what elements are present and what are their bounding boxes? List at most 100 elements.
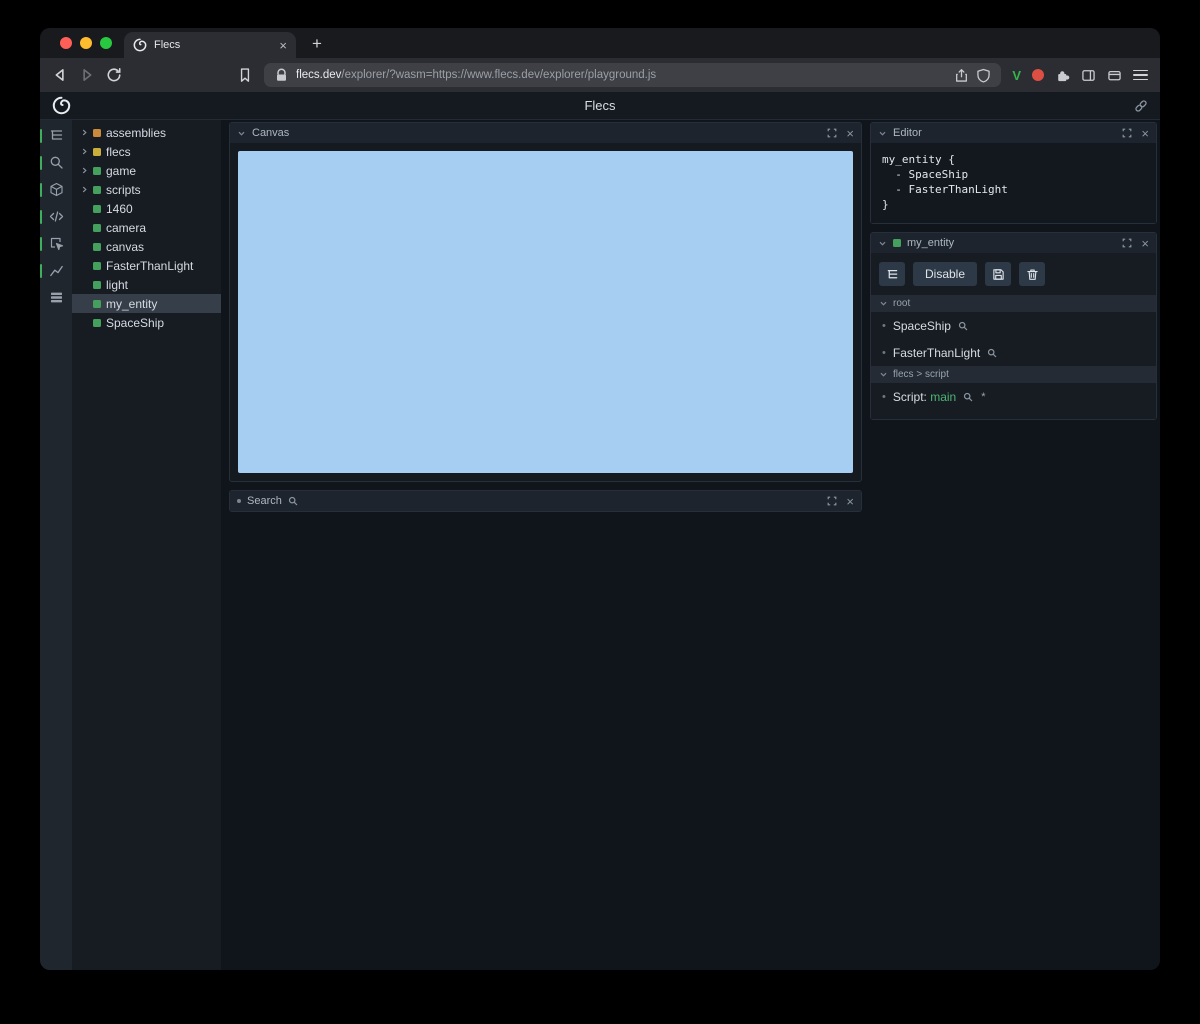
save-button[interactable] [985,262,1012,286]
expand-icon[interactable] [1122,128,1132,138]
magnifier-icon [288,496,298,506]
entity-color-square [93,223,101,232]
entity-color-square [93,261,101,270]
tree-item-my-entity[interactable]: my_entity [72,294,221,313]
entity-color-square [893,239,901,247]
sidebar-toggle-icon[interactable] [1081,68,1096,83]
entity-toolbar: Disable [871,253,1156,295]
expand-chevron-icon[interactable] [81,148,88,156]
shield-icon[interactable] [976,68,991,83]
tree-item-canvas[interactable]: canvas [72,237,221,256]
section-title: flecs > script [893,369,949,380]
code-editor[interactable]: my_entity { - SpaceShip - FasterThanLigh… [871,143,1156,223]
traffic-light-minimize[interactable] [80,37,92,49]
tree-item-label: camera [106,220,147,235]
reload-icon[interactable] [106,67,122,83]
entity-color-square [93,318,101,327]
close-icon[interactable]: × [846,127,854,140]
traffic-lights [60,37,112,49]
extension-red-icon[interactable] [1032,69,1044,81]
tree-item-light[interactable]: light [72,275,221,294]
tree-item-camera[interactable]: camera [72,218,221,237]
chevron-down-icon[interactable] [878,239,887,248]
right-column: Editor × my_entity { - SpaceShip - Faste… [868,120,1160,970]
entity-color-square [93,242,101,251]
section-title: root [893,298,911,309]
back-icon[interactable] [52,67,68,83]
show-in-tree-button[interactable] [879,262,905,286]
search-panel-title: Search [247,495,282,507]
disable-button[interactable]: Disable [913,262,978,286]
expand-chevron-icon[interactable] [81,167,88,175]
wallet-icon[interactable] [1107,68,1122,83]
flecs-logo-icon [52,96,71,115]
delete-button[interactable] [1019,262,1046,286]
section-header-root[interactable]: root [871,295,1156,312]
sidebar-icon-entity-tree[interactable] [40,128,72,144]
expand-icon[interactable] [827,128,837,138]
section-header-flecs-script[interactable]: flecs > script [871,366,1156,383]
entity-color-square [93,185,101,194]
close-icon[interactable]: × [1141,127,1149,140]
share-link-icon[interactable] [1134,99,1148,113]
panel-dot-icon [237,499,241,503]
tree-item-label: assemblies [106,125,167,140]
sidebar-icon-logs[interactable] [40,290,72,306]
canvas-panel: Canvas × [229,122,862,482]
flecs-favicon [133,38,147,52]
magnifier-icon[interactable] [963,392,973,402]
magnifier-icon[interactable] [987,348,997,358]
tree-item-assemblies[interactable]: assemblies [72,123,221,142]
code-line: } [882,198,889,211]
canvas-panel-header: Canvas × [230,123,861,143]
component-row-spaceship[interactable]: • SpaceShip [871,312,1156,339]
bookmark-icon[interactable] [237,67,253,83]
component-row-fasterthanlight[interactable]: • FasterThanLight [871,339,1156,366]
tab-close-icon[interactable]: × [279,39,287,52]
bullet-icon: • [882,346,886,359]
traffic-light-close[interactable] [60,37,72,49]
tree-item-game[interactable]: game [72,161,221,180]
tree-item-1460[interactable]: 1460 [72,199,221,218]
render-canvas[interactable] [238,151,853,473]
tree-item-spaceship[interactable]: SpaceShip [72,313,221,332]
tree-item-flecs[interactable]: flecs [72,142,221,161]
extensions-puzzle-icon[interactable] [1055,68,1070,83]
component-row-script-main[interactable]: • Script: main * [871,383,1156,410]
close-icon[interactable]: × [846,495,854,508]
page-title: Flecs [584,98,616,113]
active-indicator [40,183,42,197]
share-icon[interactable] [954,68,969,83]
script-prefix: Script: [892,389,931,404]
sidebar-icon-stats[interactable] [40,263,72,279]
close-icon[interactable]: × [1141,237,1149,250]
expand-chevron-icon[interactable] [81,129,88,137]
traffic-light-zoom[interactable] [100,37,112,49]
extension-v-icon[interactable]: V [1012,68,1021,83]
new-tab-button[interactable]: + [312,35,322,52]
sidebar-icon-search[interactable] [40,155,72,171]
rows-icon [50,292,62,303]
tree-item-scripts[interactable]: scripts [72,180,221,199]
expand-chevron-icon[interactable] [81,186,88,194]
address-bar[interactable]: flecs.dev/explorer/?wasm=https://www.fle… [264,63,1002,87]
chevron-down-icon[interactable] [878,129,887,138]
tree-item-fasterthanlight[interactable]: FasterThanLight [72,256,221,275]
browser-toolbar: flecs.dev/explorer/?wasm=https://www.fle… [40,58,1160,92]
app-header: Flecs [40,92,1160,120]
expand-icon[interactable] [827,496,837,506]
sidebar-icon-components[interactable] [40,182,72,198]
component-name: Script: main [893,390,956,404]
forward-icon[interactable] [79,67,95,83]
sidebar-icon-inspector[interactable] [40,236,72,252]
magnifier-icon[interactable] [958,321,968,331]
search-icon [50,156,63,169]
chevron-down-icon[interactable] [237,129,246,138]
expand-icon[interactable] [1122,238,1132,248]
entity-color-square [93,280,101,289]
sidebar-icon-code[interactable] [40,209,72,225]
menu-icon[interactable] [1133,69,1148,81]
browser-tab[interactable]: Flecs × [124,32,296,58]
inspector-cursor-icon [50,237,63,251]
